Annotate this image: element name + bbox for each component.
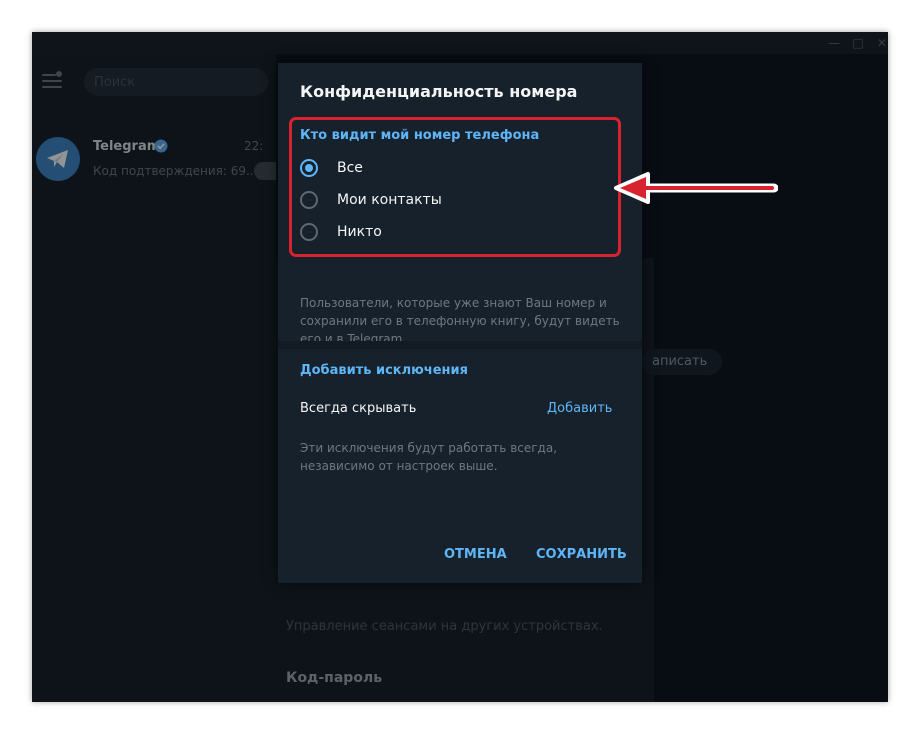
- exceptions-title: Добавить исключения: [300, 363, 468, 378]
- dialog-title: Конфиденциальность номера: [300, 82, 578, 101]
- annotation-highlight-box: [289, 117, 621, 257]
- add-exception-button[interactable]: Добавить: [547, 401, 612, 416]
- section-divider: [278, 341, 642, 349]
- privacy-description: Пользователи, которые уже знают Ваш номе…: [300, 296, 620, 346]
- cancel-button[interactable]: ОТМЕНА: [444, 547, 507, 562]
- always-hide-label: Всегда скрывать: [300, 401, 417, 416]
- exceptions-description: Эти исключения будут работать всегда, не…: [300, 441, 558, 473]
- save-button[interactable]: СОХРАНИТЬ: [536, 547, 627, 562]
- annotation-arrow-icon: [614, 172, 778, 204]
